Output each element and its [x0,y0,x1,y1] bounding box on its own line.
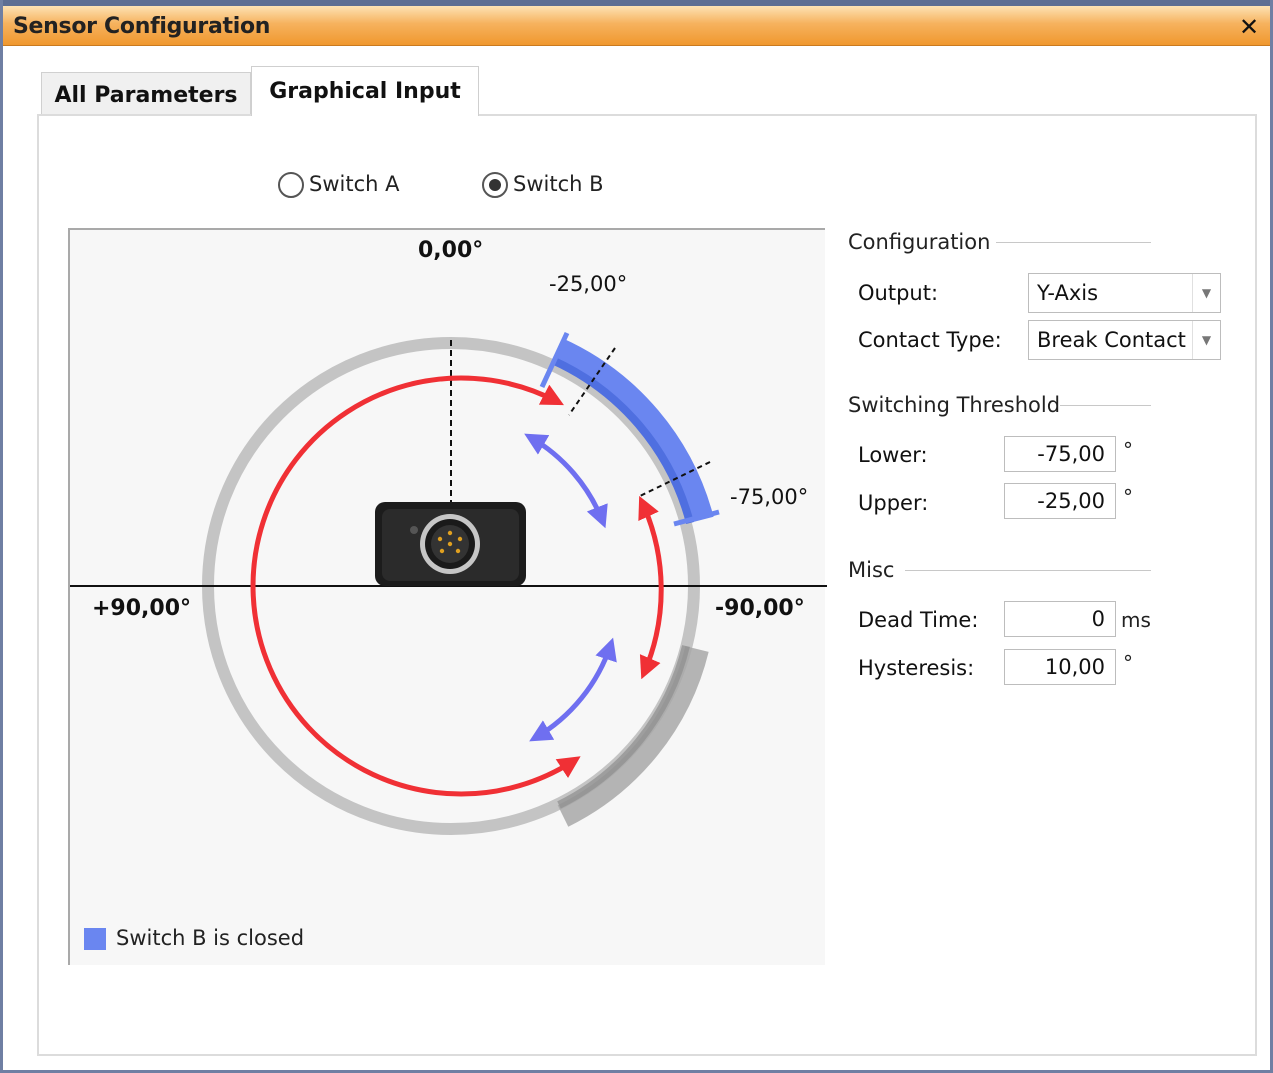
tab-graphical-input[interactable]: Graphical Input [251,66,479,116]
group-divider [905,570,1151,571]
chevron-down-icon[interactable]: ▼ [1192,274,1220,312]
lower-threshold-unit: ° [1123,438,1133,462]
hysteresis-unit: ° [1123,651,1133,675]
radio-circle-icon [482,172,508,198]
dead-time-label: Dead Time: [858,608,979,632]
configuration-group-title: Configuration [848,230,991,254]
radio-circle-icon [278,172,304,198]
title-bar: Sensor Configuration ✕ [3,0,1270,46]
radio-switch-b-label: Switch B [513,172,604,196]
dead-time-input[interactable]: 0 [1004,601,1116,637]
upper-threshold-input[interactable]: -25,00 [1004,483,1116,519]
contact-type-select[interactable]: Break Contact ▼ [1028,320,1221,360]
hysteresis-input[interactable]: 10,00 [1004,649,1116,685]
angle-label-plus-90: +90,00° [92,596,192,621]
angle-label-lower-threshold: -75,00° [730,485,809,509]
switching-threshold-group-title: Switching Threshold [848,393,1061,417]
angle-label-zero: 0,00° [418,238,484,263]
upper-threshold-label: Upper: [858,491,929,515]
group-divider [996,242,1151,243]
upper-threshold-unit: ° [1123,485,1133,509]
misc-group-title: Misc [848,558,895,582]
output-select-value: Y-Axis [1037,281,1099,305]
legend-text: Switch B is closed [116,926,305,950]
angle-label-upper-threshold: -25,00° [549,272,628,296]
chevron-down-icon[interactable]: ▼ [1192,321,1220,359]
lower-threshold-input[interactable]: -75,00 [1004,436,1116,472]
blue-arrow-upper [524,433,608,529]
red-arrow-right [638,495,664,680]
close-icon[interactable]: ✕ [1234,12,1264,42]
sensor-configuration-window: Sensor Configuration ✕ All Parameters Gr… [0,0,1273,1073]
radio-switch-a-label: Switch A [309,172,400,196]
sensor-device-icon [375,502,526,586]
contact-type-select-value: Break Contact [1037,328,1186,352]
blue-arrow-lower [529,637,617,742]
contact-type-label: Contact Type: [858,328,1002,352]
radio-selected-dot-icon [489,179,501,191]
window-title: Sensor Configuration [13,14,271,39]
group-divider [1060,405,1151,406]
angle-label-minus-90: -90,00° [715,596,805,621]
sensor-angle-diagram: 0,00° -25,00° -75,00° +90,00° -90,00° Sw… [68,228,827,965]
output-select[interactable]: Y-Axis ▼ [1028,273,1221,313]
dead-time-unit: ms [1121,608,1151,632]
lower-threshold-label: Lower: [858,443,928,467]
output-label: Output: [858,281,939,305]
hysteresis-label: Hysteresis: [858,656,975,680]
tab-all-parameters[interactable]: All Parameters [41,72,251,114]
legend-swatch [84,928,106,950]
